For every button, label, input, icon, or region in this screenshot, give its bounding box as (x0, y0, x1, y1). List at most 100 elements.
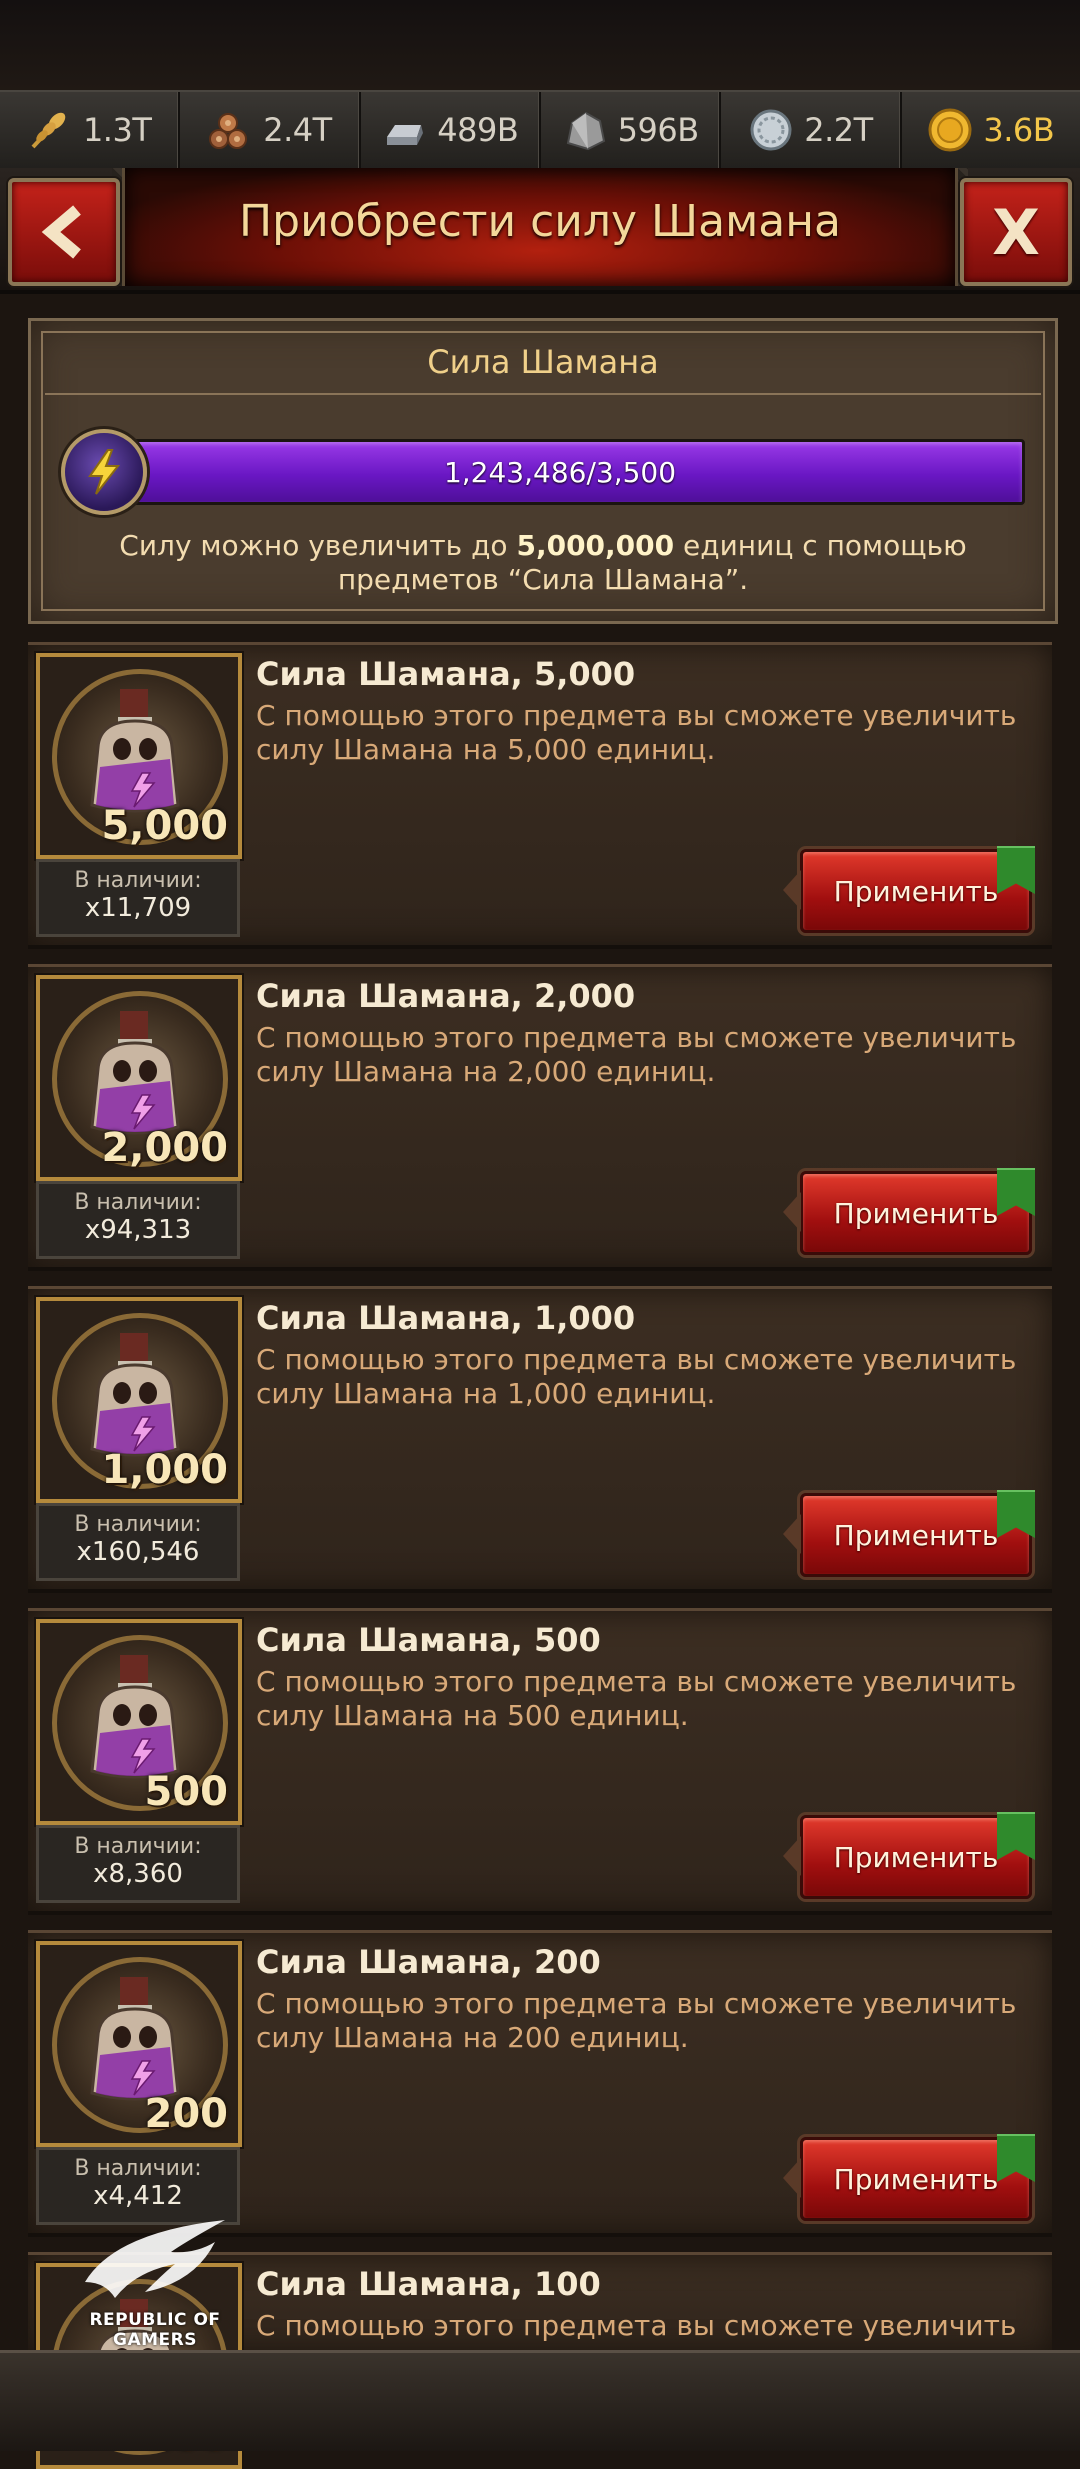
shaman-power-item-icon[interactable]: 5,000 (36, 653, 242, 859)
item-card: 200 В наличии: x4,412 Сила Шамана, 200 С пом… (28, 1930, 1052, 2237)
apply-button-label: Применить (833, 874, 999, 908)
apply-button[interactable]: Применить (783, 2134, 1035, 2221)
button-arrow (783, 1514, 801, 1554)
stock-count: x4,412 (93, 2181, 183, 2211)
apply-button-label: Применить (833, 1840, 999, 1874)
stock-label: В наличии: (74, 1190, 202, 1215)
back-button[interactable] (8, 178, 120, 286)
lightning-icon (61, 429, 147, 515)
bottom-bar (0, 2350, 1080, 2451)
stock-count: x8,360 (93, 1859, 183, 1889)
item-title: Сила Шамана, 500 (256, 1621, 601, 1659)
shaman-power-panel: Сила Шамана 1,243,486/3,500 Силу можно у… (28, 318, 1058, 624)
item-title: Сила Шамана, 100 (256, 2265, 601, 2303)
button-arrow (783, 2158, 801, 2198)
skull-bag-icon (90, 689, 180, 813)
item-description: С помощью этого предмета вы сможете увел… (256, 1987, 1017, 2054)
item-card: 5,000 В наличии: x11,709 Сила Шамана, 5,000… (28, 642, 1052, 949)
page-title: Приобрести силу Шамана (239, 196, 841, 247)
item-amount: 2,000 (101, 1125, 228, 1171)
item-title: Сила Шамана, 2,000 (256, 977, 636, 1015)
panel-note: Силу можно увеличить до 5,000,000 единиц… (119, 529, 967, 596)
stock-label: В наличии: (74, 1512, 202, 1537)
close-icon: X (992, 195, 1040, 269)
status-strip (0, 0, 1080, 90)
page-header: Приобрести силу Шамана X (0, 168, 1080, 294)
resource-silver[interactable]: 2.2T (721, 92, 902, 168)
rog-logo-icon (85, 2220, 225, 2298)
chevron-left-icon (41, 205, 81, 259)
item-title: Сила Шамана, 1,000 (256, 1299, 636, 1337)
stone-icon (562, 107, 608, 153)
shaman-power-item-icon[interactable]: 1,000 (36, 1297, 242, 1503)
button-arrow (783, 870, 801, 910)
item-description: С помощью этого предмета вы сможете увел… (256, 1343, 1017, 1410)
button-arrow (783, 1836, 801, 1876)
item-description: С помощью этого предмета вы сможете увел… (256, 1021, 1017, 1088)
iron-ingot-icon (381, 107, 427, 153)
item-description: С помощью этого предмета вы сможете увел… (256, 1665, 1017, 1732)
button-arrow (783, 1192, 801, 1232)
wood-logs-icon (207, 107, 253, 153)
apply-button[interactable]: Применить (783, 1168, 1035, 1255)
item-title: Сила Шамана, 200 (256, 1943, 601, 1981)
shaman-power-item-icon[interactable]: 2,000 (36, 975, 242, 1181)
stock-count: x94,313 (84, 1215, 192, 1245)
resource-value: 596B (617, 111, 700, 149)
power-progress-bar: 1,243,486/3,500 (61, 429, 1025, 515)
rog-watermark: REPUBLIC OF GAMERS (60, 2212, 250, 2352)
green-ribbon-icon (997, 1812, 1035, 1860)
resource-iron[interactable]: 489B (361, 92, 541, 168)
resource-value: 3.6B (983, 111, 1055, 149)
resource-gold[interactable]: 3.6B (902, 92, 1080, 168)
gold-coin-icon (927, 107, 973, 153)
item-amount: 5,000 (101, 803, 228, 849)
resource-wood[interactable]: 2.4T (180, 92, 361, 168)
green-ribbon-icon (997, 1490, 1035, 1538)
stock-box: В наличии: x160,546 (36, 1503, 240, 1581)
progress-track: 1,243,486/3,500 (95, 439, 1025, 505)
item-amount: 1,000 (101, 1447, 228, 1493)
resource-value: 2.2T (804, 111, 873, 149)
item-card: 1,000 В наличии: x160,546 Сила Шамана, 1,00… (28, 1286, 1052, 1593)
watermark-line: GAMERS (113, 2330, 197, 2350)
item-amount: 500 (144, 1769, 229, 1815)
item-card: 500 В наличии: x8,360 Сила Шамана, 500 С пом… (28, 1608, 1052, 1915)
apply-button-label: Применить (833, 2162, 999, 2196)
resource-bar: 1.3T 2.4T 489B 596B 2.2T 3.6B (0, 90, 1080, 170)
item-amount: 200 (144, 2091, 229, 2137)
max-power-value: 5,000,000 (516, 529, 675, 562)
resource-wheat[interactable]: 1.3T (0, 92, 181, 168)
item-description: С помощью этого предмета вы сможете увел… (256, 699, 1017, 766)
skull-bag-icon (90, 1655, 180, 1779)
skull-bag-icon (90, 1011, 180, 1135)
stock-count: x160,546 (76, 1537, 200, 1567)
resource-stone[interactable]: 596B (541, 92, 722, 168)
resource-value: 489B (437, 111, 519, 149)
stock-label: В наличии: (74, 1834, 202, 1859)
stock-count: x11,709 (84, 893, 192, 923)
apply-button[interactable]: Применить (783, 1490, 1035, 1577)
silver-coin-icon (748, 107, 794, 153)
resource-value: 2.4T (263, 111, 332, 149)
item-card: 2,000 В наличии: x94,313 Сила Шамана, 2,000… (28, 964, 1052, 1271)
apply-button-label: Применить (833, 1196, 999, 1230)
green-ribbon-icon (997, 846, 1035, 894)
wheat-icon (27, 107, 73, 153)
watermark-line: REPUBLIC OF (89, 2310, 221, 2330)
apply-button[interactable]: Применить (783, 1812, 1035, 1899)
stock-box: В наличии: x8,360 (36, 1825, 240, 1903)
skull-bag-icon (90, 1977, 180, 2101)
shaman-power-item-icon[interactable]: 200 (36, 1941, 242, 2147)
apply-button[interactable]: Применить (783, 846, 1035, 933)
stock-box: В наличии: x11,709 (36, 859, 240, 937)
stock-label: В наличии: (74, 2156, 202, 2181)
item-title: Сила Шамана, 5,000 (256, 655, 636, 693)
shaman-power-item-icon[interactable]: 500 (36, 1619, 242, 1825)
stock-box: В наличии: x94,313 (36, 1181, 240, 1259)
divider (45, 393, 1041, 395)
skull-bag-icon (90, 1333, 180, 1457)
progress-text: 1,243,486/3,500 (443, 456, 677, 489)
close-button[interactable]: X (960, 178, 1072, 286)
stock-label: В наличии: (74, 868, 202, 893)
